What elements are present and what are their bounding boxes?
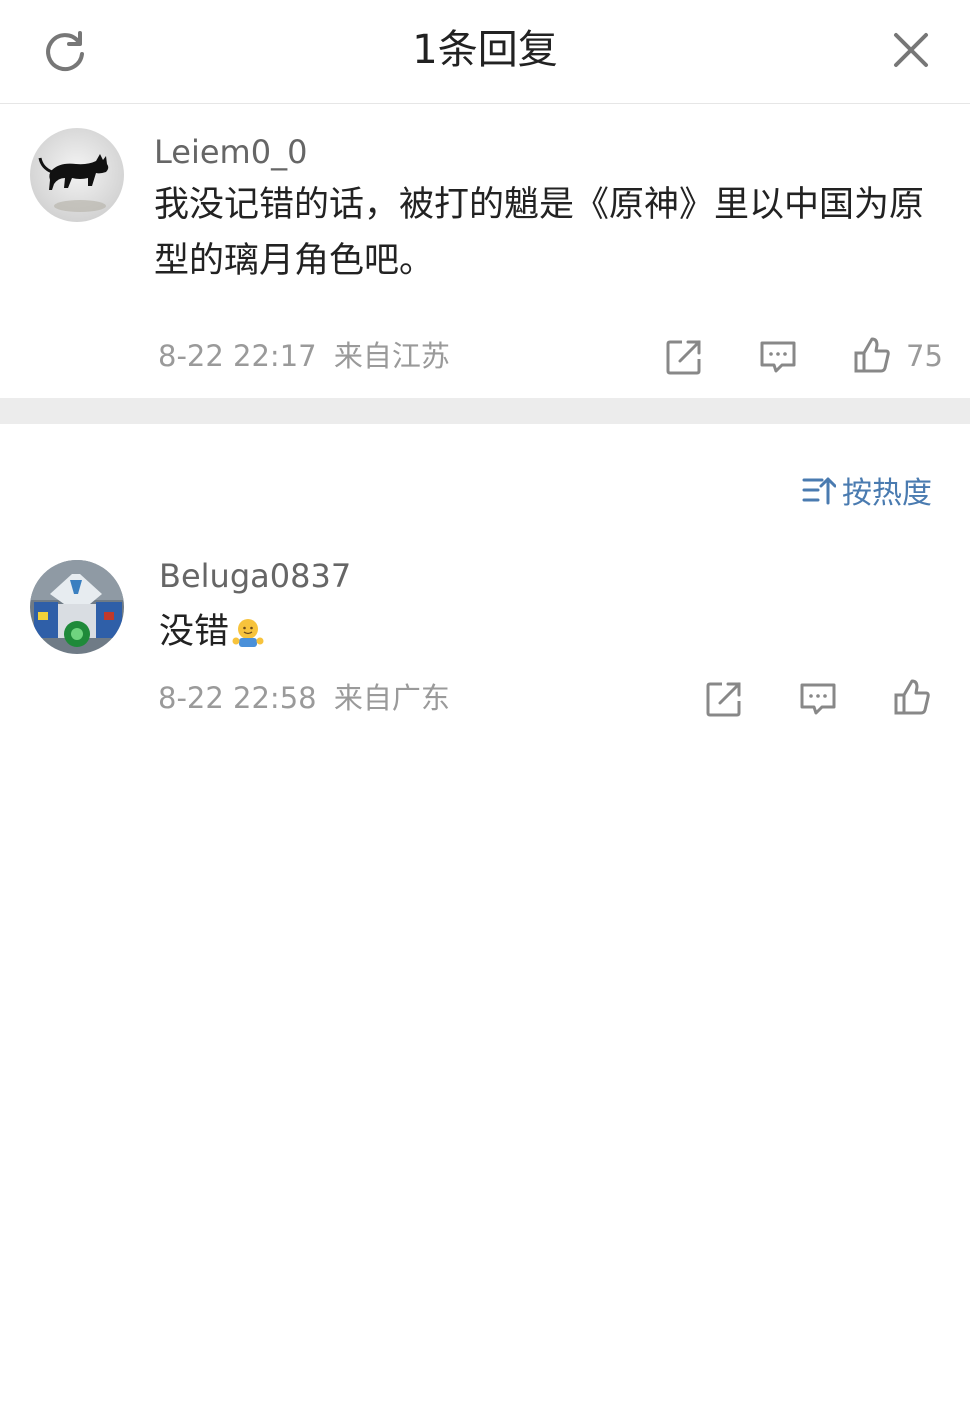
page-title: 1条回复 [412, 27, 558, 73]
avatar[interactable] [30, 128, 124, 222]
share-icon[interactable] [704, 679, 744, 719]
robot-avatar-image [30, 560, 124, 654]
comment-date: 8-22 22:17 [158, 339, 317, 373]
comment-location: 来自广东 [333, 681, 450, 715]
sort-by-popularity-button[interactable]: 按热度 [802, 468, 932, 512]
username[interactable]: Beluga0837 [159, 554, 351, 598]
like-count: 75 [906, 339, 943, 373]
sort-label: 按热度 [842, 476, 932, 511]
cat-avatar-image [30, 128, 124, 222]
comment-text: 没错 [159, 604, 265, 660]
reply-text: 没错 [159, 612, 230, 652]
comment-icon[interactable] [798, 679, 838, 719]
hug-emoji-icon [232, 619, 264, 647]
sort-icon [802, 477, 836, 505]
avatar[interactable] [30, 560, 124, 654]
comment-text: 我没记错的话，被打的魈是《原神》里以中国为原型的璃月角色吧。 [154, 185, 925, 281]
section-divider [0, 398, 970, 424]
header-bar: 1条回复 [0, 0, 970, 104]
comment-date: 8-22 22:58 [158, 681, 317, 715]
comment-meta: 8-22 22:58 来自广东 [158, 678, 450, 718]
comment-meta: 8-22 22:17 来自江苏 [158, 336, 450, 376]
close-icon[interactable] [888, 27, 934, 73]
comment-location: 来自江苏 [333, 339, 450, 373]
comment-icon[interactable] [758, 337, 798, 377]
username[interactable]: Leiem0_0 [154, 130, 307, 174]
share-icon[interactable] [664, 337, 704, 377]
like-icon[interactable] [892, 677, 932, 717]
like-icon[interactable] [852, 335, 892, 375]
root-comment: Leiem0_0 我没记错的话，被打的魈是《原神》里以中国为原型的璃月角色吧。 … [0, 103, 970, 398]
reply-item: Beluga0837 没错 8-22 22:58 来自广东 [0, 540, 970, 740]
